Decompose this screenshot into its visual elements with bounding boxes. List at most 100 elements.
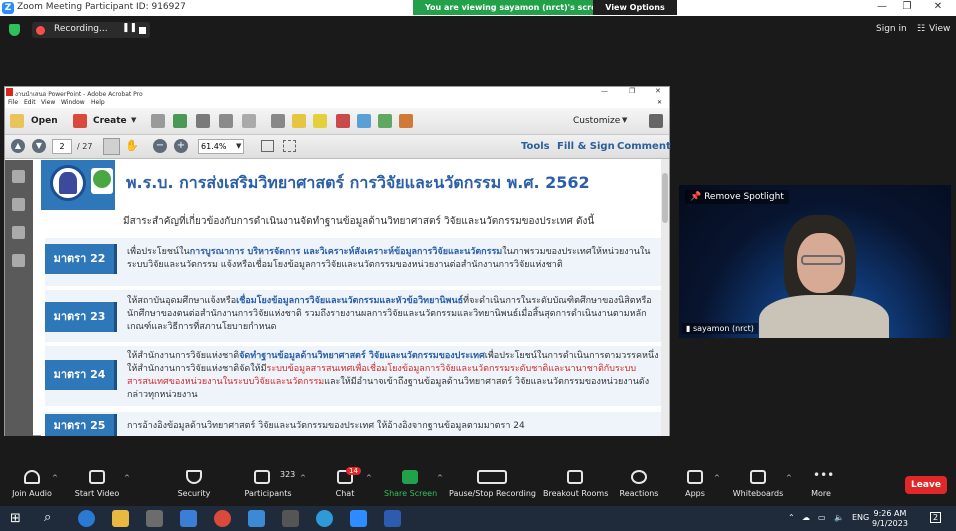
volume-icon[interactable]: 🔈	[834, 513, 844, 522]
calculator-icon[interactable]	[282, 510, 299, 527]
reactions-button[interactable]: Reactions	[618, 466, 660, 506]
expand-icon[interactable]	[649, 114, 663, 128]
pause-recording-icon[interactable]: ❚❚	[122, 23, 137, 33]
view-button[interactable]: View	[929, 24, 950, 34]
menu-file[interactable]: File	[8, 99, 18, 106]
language-indicator[interactable]: ENG	[852, 513, 869, 522]
fill-sign-pane-link[interactable]: Fill & Sign	[557, 141, 615, 152]
page-thumbnails-icon[interactable]	[12, 170, 25, 183]
share-options-caret[interactable]: ^	[437, 474, 443, 482]
view-options-button[interactable]: View Options	[593, 0, 677, 15]
save-icon[interactable]	[151, 114, 165, 128]
encryption-shield-icon[interactable]	[9, 24, 20, 36]
cloud-icon[interactable]: ☁	[802, 513, 810, 522]
close-button[interactable]: ✕	[924, 1, 952, 12]
create-button[interactable]: Create	[93, 116, 127, 126]
create-pdf-icon[interactable]	[73, 114, 87, 128]
customize-button[interactable]: Customize	[573, 116, 620, 126]
sign-in-link[interactable]: Sign in	[876, 24, 907, 34]
word-icon[interactable]	[384, 510, 401, 527]
mail-icon[interactable]	[248, 510, 265, 527]
open-folder-icon[interactable]	[10, 114, 24, 128]
menu-view[interactable]: View	[41, 99, 55, 106]
whiteboards-button[interactable]: Whiteboards	[732, 466, 784, 506]
settings-gear-icon[interactable]	[271, 114, 285, 128]
highlight-icon[interactable]	[313, 114, 327, 128]
participants-options-caret[interactable]: ^	[300, 474, 306, 482]
zoom-dropdown-icon[interactable]: ▼	[236, 142, 241, 150]
print-icon[interactable]	[196, 114, 210, 128]
send-icon[interactable]	[378, 114, 392, 128]
tray-up-arrow-icon[interactable]: ⌃	[788, 513, 795, 522]
page-number-input[interactable]: 2	[52, 139, 72, 154]
participants-button[interactable]: 323 Participants	[240, 466, 296, 506]
comment-bubble-icon[interactable]	[292, 114, 306, 128]
start-video-button[interactable]: Start Video	[70, 466, 124, 506]
remove-spotlight-button[interactable]: 📌 Remove Spotlight	[685, 190, 789, 204]
view-grid-icon[interactable]: ☷	[917, 24, 925, 34]
zoom-app-icon[interactable]	[350, 510, 367, 527]
hand-tool-icon[interactable]: ✋	[125, 139, 139, 152]
chat-button[interactable]: 14 Chat	[326, 466, 364, 506]
previous-page-icon[interactable]: ▲	[11, 139, 25, 153]
photos-icon[interactable]	[180, 510, 197, 527]
edge-icon[interactable]	[316, 510, 333, 527]
menu-help[interactable]: Help	[91, 99, 105, 106]
leave-button[interactable]: Leave	[905, 476, 947, 494]
breakout-rooms-button[interactable]: Breakout Rooms	[543, 466, 608, 506]
menu-close-icon[interactable]: ✕	[657, 99, 662, 106]
pause-stop-recording-button[interactable]: Pause/Stop Recording	[449, 466, 536, 506]
maximize-button[interactable]: ❐	[893, 1, 921, 12]
attachments-icon[interactable]	[12, 226, 25, 239]
scrollbar-thumb[interactable]	[662, 173, 668, 223]
whiteboards-options-caret[interactable]: ^	[786, 474, 792, 482]
vertical-scrollbar[interactable]	[661, 159, 669, 436]
fit-width-icon[interactable]	[283, 140, 296, 152]
file-explorer-icon[interactable]	[112, 510, 129, 527]
zoom-out-icon[interactable]: −	[153, 139, 167, 153]
select-tool-icon[interactable]	[103, 138, 120, 155]
video-options-caret[interactable]: ^	[124, 474, 130, 482]
export-icon[interactable]	[357, 114, 371, 128]
stop-recording-icon[interactable]	[139, 27, 146, 34]
store-icon[interactable]	[146, 510, 163, 527]
acrobat-close-button[interactable]: ✕	[655, 87, 661, 95]
comment-pane-link[interactable]: Comment	[617, 141, 671, 152]
section-22: มาตรา 22 เพื่อประโยชน์ในการบูรณาการ บริห…	[45, 238, 661, 286]
bookmarks-icon[interactable]	[12, 198, 25, 211]
zoom-in-icon[interactable]: +	[174, 139, 188, 153]
signatures-icon[interactable]	[12, 254, 25, 267]
acrobat-minimize-button[interactable]: —	[601, 87, 608, 95]
menu-edit[interactable]: Edit	[24, 99, 36, 106]
audio-options-caret[interactable]: ^	[52, 474, 58, 482]
join-audio-button[interactable]: Join Audio	[8, 466, 56, 506]
cloud-upload-icon[interactable]	[173, 114, 187, 128]
fit-page-icon[interactable]	[261, 140, 274, 152]
edge-legacy-icon[interactable]	[78, 510, 95, 527]
apps-options-caret[interactable]: ^	[714, 474, 720, 482]
taskbar-clock[interactable]: 9:26 AM 9/1/2023	[872, 509, 908, 529]
acrobat-maximize-button[interactable]: ❐	[629, 87, 635, 95]
minimize-button[interactable]: —	[868, 1, 896, 12]
menu-window[interactable]: Window	[61, 99, 85, 106]
more-button[interactable]: ••• More	[806, 466, 836, 506]
customize-dropdown-icon[interactable]: ▼	[622, 116, 627, 124]
next-page-icon[interactable]: ▼	[32, 139, 46, 153]
security-button[interactable]: Security	[172, 466, 216, 506]
create-dropdown-icon[interactable]: ▼	[131, 116, 136, 124]
apps-button[interactable]: Apps	[680, 466, 710, 506]
acrobat-toolbar-primary: Open Create ▼ Customize ▼	[5, 108, 669, 135]
start-windows-icon[interactable]: ⊞	[10, 511, 21, 526]
email-icon[interactable]	[242, 114, 256, 128]
share-screen-button[interactable]: Share Screen	[384, 466, 437, 506]
tools-pane-link[interactable]: Tools	[521, 141, 550, 152]
chat-options-caret[interactable]: ^	[366, 474, 372, 482]
chrome-icon[interactable]	[214, 510, 231, 527]
edit-document-icon[interactable]	[219, 114, 233, 128]
open-button[interactable]: Open	[31, 116, 58, 126]
redact-icon[interactable]	[336, 114, 350, 128]
search-icon[interactable]: ⌕	[44, 510, 51, 525]
sign-icon[interactable]	[399, 114, 413, 128]
notification-center-icon[interactable]: 2	[930, 512, 942, 523]
network-icon[interactable]: ▭	[818, 513, 826, 522]
